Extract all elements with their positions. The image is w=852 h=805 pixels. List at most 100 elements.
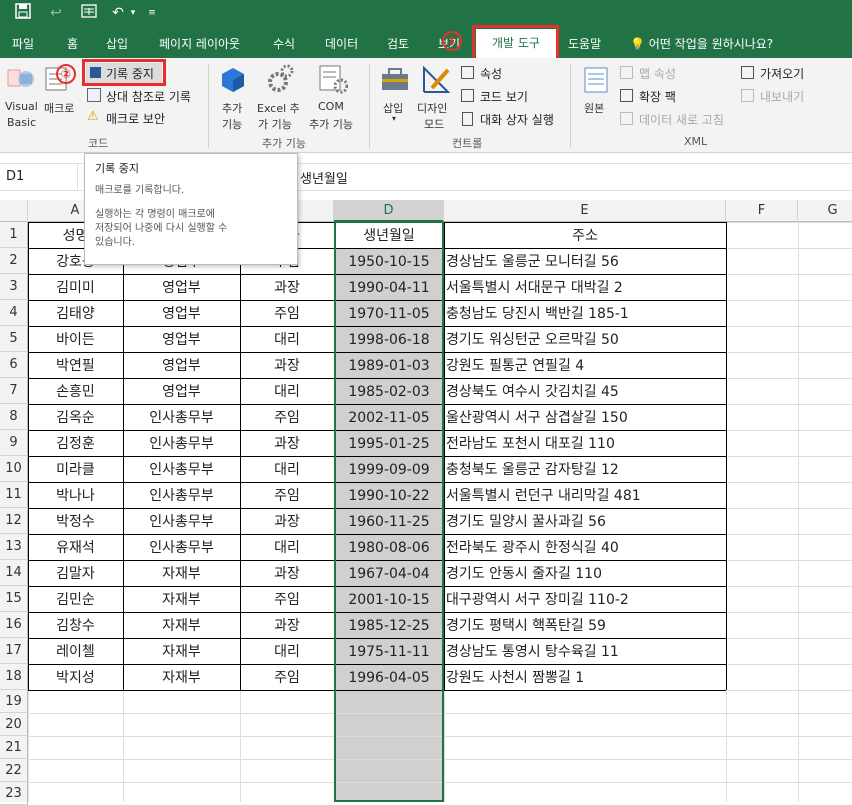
run-dialog-button[interactable]: 대화 상자 실행 — [461, 111, 561, 128]
column-header-d[interactable]: D — [334, 200, 444, 222]
cell-department[interactable]: 영업부 — [123, 301, 240, 327]
cell-address[interactable]: 경상북도 여수시 갓김치길 45 — [444, 379, 726, 405]
import-button[interactable]: 가져오기 — [741, 65, 821, 82]
cell-department[interactable]: 인사총무부 — [123, 535, 240, 561]
com-addins-button[interactable] — [318, 64, 349, 97]
cell-address[interactable]: 충청남도 당진시 백반길 185-1 — [444, 301, 726, 327]
tab-data[interactable]: 데이터 — [325, 36, 358, 58]
column-header-e[interactable]: E — [444, 200, 726, 222]
tab-help[interactable]: 도움말 — [568, 36, 601, 58]
cell-department[interactable]: 자재부 — [123, 587, 240, 613]
cell-position[interactable]: 대리 — [240, 639, 334, 665]
cell-address[interactable]: 경기도 평택시 핵폭탄길 59 — [444, 613, 726, 639]
cell-birthdate[interactable]: 1950-10-15 — [334, 249, 444, 275]
undo-icon[interactable]: ↶ — [108, 3, 128, 23]
form-icon[interactable] — [80, 3, 98, 23]
column-header-g[interactable]: G — [798, 200, 852, 222]
cell-name[interactable]: 레이첼 — [28, 639, 123, 665]
save-icon[interactable] — [14, 3, 32, 23]
row-header-9[interactable]: 9 — [0, 430, 28, 456]
formula-input[interactable]: 생년월일 — [300, 168, 348, 187]
cell-department[interactable]: 자재부 — [123, 613, 240, 639]
cell-e1-header[interactable]: 주소 — [444, 223, 726, 249]
properties-button[interactable]: 속성 — [461, 65, 541, 82]
cell-name[interactable]: 박지성 — [28, 665, 123, 691]
cell-address[interactable]: 강원도 사천시 짬뽕길 1 — [444, 665, 726, 691]
cell-department[interactable]: 인사총무부 — [123, 457, 240, 483]
row-header-2[interactable]: 2 — [0, 248, 28, 274]
tab-review[interactable]: 검토 — [387, 36, 409, 58]
cell-address[interactable]: 대구광역시 서구 장미길 110-2 — [444, 587, 726, 613]
row-header-4[interactable]: 4 — [0, 300, 28, 326]
row-header-18[interactable]: 18 — [0, 664, 28, 690]
cell-name[interactable]: 김태양 — [28, 301, 123, 327]
row-header-12[interactable]: 12 — [0, 508, 28, 534]
cell-department[interactable]: 인사총무부 — [123, 431, 240, 457]
cell-department[interactable]: 자재부 — [123, 639, 240, 665]
cell-name[interactable]: 김옥순 — [28, 405, 123, 431]
relative-reference-button[interactable]: 상대 참조로 기록 — [86, 87, 202, 105]
addins-button[interactable] — [220, 66, 246, 97]
row-header-23[interactable]: 23 — [0, 782, 28, 805]
cell-address[interactable]: 충청북도 울릉군 감자탕길 12 — [444, 457, 726, 483]
row-header-7[interactable]: 7 — [0, 378, 28, 404]
tab-file[interactable]: 파일 — [12, 36, 34, 58]
row-header-15[interactable]: 15 — [0, 586, 28, 612]
tab-home[interactable]: 홈 — [67, 36, 78, 58]
cell-birthdate[interactable]: 2002-11-05 — [334, 405, 444, 431]
tab-insert[interactable]: 삽입 — [106, 36, 128, 58]
row-header-3[interactable]: 3 — [0, 274, 28, 300]
tab-page-layout[interactable]: 페이지 레이아웃 — [159, 36, 240, 58]
row-header-8[interactable]: 8 — [0, 404, 28, 430]
cell-birthdate[interactable]: 1960-11-25 — [334, 509, 444, 535]
cell-position[interactable]: 과장 — [240, 613, 334, 639]
tell-me-search[interactable]: 💡 어떤 작업을 원하시나요? — [630, 36, 773, 58]
cell-address[interactable]: 경상남도 울릉군 모니터길 56 — [444, 249, 726, 275]
cell-birthdate[interactable]: 1967-04-04 — [334, 561, 444, 587]
row-header-6[interactable]: 6 — [0, 352, 28, 378]
cell-birthdate[interactable]: 1990-10-22 — [334, 483, 444, 509]
cell-position[interactable]: 주임 — [240, 665, 334, 691]
cell-address[interactable]: 경기도 밀양시 꿀사과길 56 — [444, 509, 726, 535]
row-header-22[interactable]: 22 — [0, 759, 28, 782]
cell-department[interactable]: 인사총무부 — [123, 483, 240, 509]
cell-department[interactable]: 인사총무부 — [123, 509, 240, 535]
cell-department[interactable]: 영업부 — [123, 275, 240, 301]
cell-name[interactable]: 김민순 — [28, 587, 123, 613]
cell-department[interactable]: 자재부 — [123, 561, 240, 587]
cell-address[interactable]: 경기도 워싱턴군 오르막길 50 — [444, 327, 726, 353]
cell-birthdate[interactable]: 1985-12-25 — [334, 613, 444, 639]
cell-address[interactable]: 강원도 필통군 연필길 4 — [444, 353, 726, 379]
cell-address[interactable]: 서울특별시 서대문구 대박길 2 — [444, 275, 726, 301]
row-header-20[interactable]: 20 — [0, 713, 28, 736]
cell-address[interactable]: 경상남도 통영시 탕수육길 11 — [444, 639, 726, 665]
cell-address[interactable]: 전라북도 광주시 한정식길 40 — [444, 535, 726, 561]
cell-birthdate[interactable]: 2001-10-15 — [334, 587, 444, 613]
cell-department[interactable]: 인사총무부 — [123, 405, 240, 431]
cell-name[interactable]: 바이든 — [28, 327, 123, 353]
row-header-21[interactable]: 21 — [0, 736, 28, 759]
expansion-pack-button[interactable]: 확장 팩 — [620, 88, 700, 105]
cell-position[interactable]: 과장 — [240, 353, 334, 379]
design-mode-button[interactable] — [420, 64, 452, 99]
insert-control-button[interactable] — [380, 64, 410, 97]
cell-position[interactable]: 주임 — [240, 483, 334, 509]
cell-address[interactable]: 전라남도 포천시 대포길 110 — [444, 431, 726, 457]
view-code-button[interactable]: 코드 보기 — [461, 88, 541, 105]
cell-department[interactable]: 영업부 — [123, 353, 240, 379]
select-all-corner[interactable] — [0, 200, 28, 222]
cell-birthdate[interactable]: 1999-09-09 — [334, 457, 444, 483]
cell-name[interactable]: 김말자 — [28, 561, 123, 587]
column-header-f[interactable]: F — [726, 200, 798, 222]
cell-position[interactable]: 대리 — [240, 327, 334, 353]
cell-d1-header[interactable]: 생년월일 — [334, 223, 444, 249]
cell-birthdate[interactable]: 1990-04-11 — [334, 275, 444, 301]
cell-position[interactable]: 대리 — [240, 457, 334, 483]
row-header-5[interactable]: 5 — [0, 326, 28, 352]
cell-name[interactable]: 박정수 — [28, 509, 123, 535]
cell-address[interactable]: 울산광역시 서구 삼겹살길 150 — [444, 405, 726, 431]
cell-name[interactable]: 손흥민 — [28, 379, 123, 405]
row-header-14[interactable]: 14 — [0, 560, 28, 586]
cell-name[interactable]: 김정훈 — [28, 431, 123, 457]
cell-name[interactable]: 미라클 — [28, 457, 123, 483]
